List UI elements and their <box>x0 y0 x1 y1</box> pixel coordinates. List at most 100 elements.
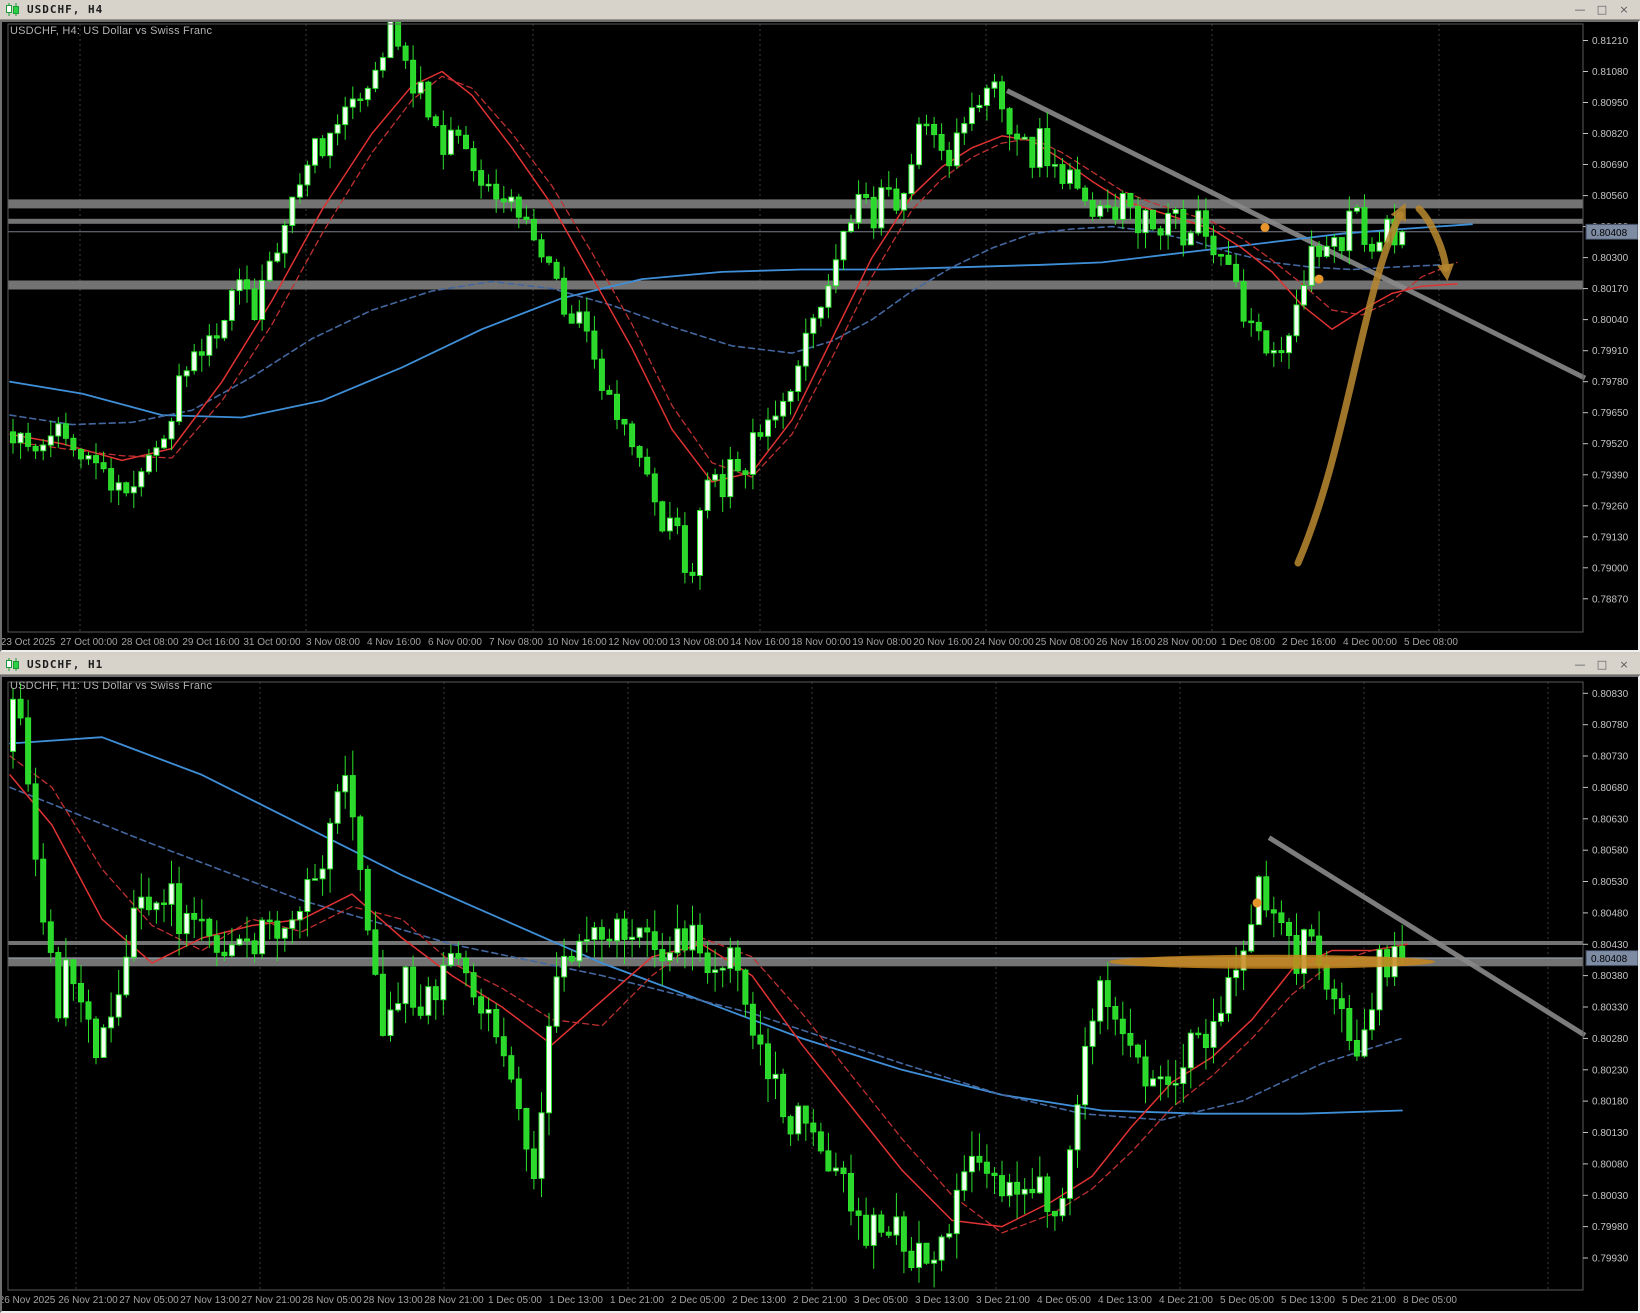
svg-text:1 Dec 13:00: 1 Dec 13:00 <box>549 1295 603 1306</box>
svg-text:0.78870: 0.78870 <box>1592 594 1629 605</box>
svg-text:0.80780: 0.80780 <box>1592 720 1629 731</box>
svg-text:0.80430: 0.80430 <box>1592 940 1629 951</box>
svg-text:3 Dec 05:00: 3 Dec 05:00 <box>854 1295 908 1306</box>
svg-text:0.80030: 0.80030 <box>1592 1191 1629 1202</box>
svg-text:0.80950: 0.80950 <box>1592 98 1629 109</box>
window-title: USDCHF, H1 <box>27 658 104 671</box>
svg-text:0.80820: 0.80820 <box>1592 129 1629 140</box>
svg-text:5 Dec 05:00: 5 Dec 05:00 <box>1220 1295 1274 1306</box>
svg-text:3 Dec 13:00: 3 Dec 13:00 <box>915 1295 969 1306</box>
minimize-button[interactable]: — <box>1570 3 1590 16</box>
svg-text:0.79130: 0.79130 <box>1592 532 1629 543</box>
svg-text:0.80408: 0.80408 <box>1591 228 1628 239</box>
svg-text:26 Nov 2025: 26 Nov 2025 <box>2 1295 56 1306</box>
svg-text:4 Dec 00:00: 4 Dec 00:00 <box>1343 637 1397 648</box>
svg-text:27 Oct 00:00: 27 Oct 00:00 <box>60 637 118 648</box>
svg-text:0.80180: 0.80180 <box>1592 1097 1629 1108</box>
svg-text:6 Nov 00:00: 6 Nov 00:00 <box>428 637 482 648</box>
maximize-button[interactable]: □ <box>1592 658 1612 671</box>
chart-window-h4: USDCHF, H4 — □ × USDCHF, H4: US Dollar v… <box>0 0 1640 655</box>
svg-text:0.80170: 0.80170 <box>1592 284 1629 295</box>
svg-text:13 Nov 08:00: 13 Nov 08:00 <box>669 637 729 648</box>
svg-text:0.79650: 0.79650 <box>1592 408 1629 419</box>
minimize-button[interactable]: — <box>1570 658 1590 671</box>
window-controls: — □ × <box>1570 3 1640 16</box>
price-chart-h4[interactable]: 0.81210 0.81080 0.80950 0.80820 0.80690 0.805… <box>2 22 1638 650</box>
svg-text:0.81080: 0.81080 <box>1592 67 1629 78</box>
svg-text:18 Nov 00:00: 18 Nov 00:00 <box>791 637 851 648</box>
svg-text:5 Dec 13:00: 5 Dec 13:00 <box>1281 1295 1335 1306</box>
svg-text:28 Nov 21:00: 28 Nov 21:00 <box>424 1295 484 1306</box>
svg-text:8 Dec 05:00: 8 Dec 05:00 <box>1403 1295 1457 1306</box>
svg-text:27 Nov 21:00: 27 Nov 21:00 <box>241 1295 301 1306</box>
maximize-button[interactable]: □ <box>1592 3 1612 16</box>
svg-text:0.80830: 0.80830 <box>1592 689 1629 700</box>
svg-text:12 Nov 00:00: 12 Nov 00:00 <box>608 637 668 648</box>
close-button[interactable]: × <box>1614 658 1634 671</box>
window-titlebar-h4[interactable]: USDCHF, H4 — □ × <box>0 0 1640 20</box>
svg-text:4 Dec 13:00: 4 Dec 13:00 <box>1098 1295 1152 1306</box>
svg-text:0.80690: 0.80690 <box>1592 160 1629 171</box>
svg-text:4 Dec 21:00: 4 Dec 21:00 <box>1159 1295 1213 1306</box>
svg-text:28 Nov 05:00: 28 Nov 05:00 <box>302 1295 362 1306</box>
svg-text:27 Nov 13:00: 27 Nov 13:00 <box>180 1295 240 1306</box>
chart-symbol-label: USDCHF, H4: US Dollar vs Swiss Franc <box>10 25 213 37</box>
svg-text:3 Dec 21:00: 3 Dec 21:00 <box>976 1295 1030 1306</box>
svg-text:0.80330: 0.80330 <box>1592 1003 1629 1014</box>
svg-text:0.80230: 0.80230 <box>1592 1065 1629 1076</box>
svg-text:25 Nov 08:00: 25 Nov 08:00 <box>1035 637 1095 648</box>
window-controls: — □ × <box>1570 658 1640 671</box>
svg-text:0.81210: 0.81210 <box>1592 36 1629 47</box>
svg-text:0.80530: 0.80530 <box>1592 877 1629 888</box>
svg-text:1 Dec 21:00: 1 Dec 21:00 <box>610 1295 664 1306</box>
chart-window-h1: USDCHF, H1 — □ × USDCHF, H1: US Dollar v… <box>0 655 1640 1313</box>
svg-text:0.80080: 0.80080 <box>1592 1159 1629 1170</box>
svg-text:5 Dec 08:00: 5 Dec 08:00 <box>1404 637 1458 648</box>
svg-text:24 Nov 00:00: 24 Nov 00:00 <box>974 637 1034 648</box>
svg-text:2 Dec 16:00: 2 Dec 16:00 <box>1282 637 1336 648</box>
chart-area-h4[interactable]: USDCHF, H4: US Dollar vs Swiss Franc 0.8… <box>0 20 1640 652</box>
svg-text:0.80560: 0.80560 <box>1592 191 1629 202</box>
svg-text:0.80130: 0.80130 <box>1592 1128 1629 1139</box>
svg-text:28 Nov 00:00: 28 Nov 00:00 <box>1157 637 1217 648</box>
svg-text:0.80680: 0.80680 <box>1592 783 1629 794</box>
chart-symbol-label: USDCHF, H1: US Dollar vs Swiss Franc <box>10 680 213 692</box>
svg-text:0.79780: 0.79780 <box>1592 377 1629 388</box>
svg-text:0.79390: 0.79390 <box>1592 470 1629 481</box>
svg-text:4 Dec 05:00: 4 Dec 05:00 <box>1037 1295 1091 1306</box>
svg-text:28 Oct 08:00: 28 Oct 08:00 <box>121 637 179 648</box>
svg-text:0.79260: 0.79260 <box>1592 501 1629 512</box>
svg-text:0.79930: 0.79930 <box>1592 1254 1629 1265</box>
svg-text:2 Dec 21:00: 2 Dec 21:00 <box>793 1295 847 1306</box>
chart-area-h1[interactable]: USDCHF, H1: US Dollar vs Swiss Franc 0.8… <box>0 675 1640 1313</box>
svg-text:23 Oct 2025: 23 Oct 2025 <box>2 637 56 648</box>
svg-text:31 Oct 00:00: 31 Oct 00:00 <box>243 637 301 648</box>
svg-text:7 Nov 08:00: 7 Nov 08:00 <box>489 637 543 648</box>
svg-text:0.79000: 0.79000 <box>1592 563 1629 574</box>
svg-text:0.79980: 0.79980 <box>1592 1222 1629 1233</box>
svg-text:4 Nov 16:00: 4 Nov 16:00 <box>367 637 421 648</box>
svg-text:26 Nov 16:00: 26 Nov 16:00 <box>1096 637 1156 648</box>
close-button[interactable]: × <box>1614 3 1634 16</box>
svg-text:19 Nov 08:00: 19 Nov 08:00 <box>852 637 912 648</box>
svg-text:0.80380: 0.80380 <box>1592 971 1629 982</box>
candlestick-chart-icon <box>5 658 21 671</box>
svg-text:10 Nov 16:00: 10 Nov 16:00 <box>547 637 607 648</box>
svg-text:0.80480: 0.80480 <box>1592 908 1629 919</box>
svg-text:2 Dec 05:00: 2 Dec 05:00 <box>671 1295 725 1306</box>
window-title: USDCHF, H4 <box>27 3 104 16</box>
svg-text:5 Dec 21:00: 5 Dec 21:00 <box>1342 1295 1396 1306</box>
svg-text:29 Oct 16:00: 29 Oct 16:00 <box>182 637 240 648</box>
svg-text:0.80730: 0.80730 <box>1592 752 1629 763</box>
svg-text:14 Nov 16:00: 14 Nov 16:00 <box>730 637 790 648</box>
svg-text:0.79910: 0.79910 <box>1592 346 1629 357</box>
svg-text:20 Nov 16:00: 20 Nov 16:00 <box>913 637 973 648</box>
svg-text:0.79520: 0.79520 <box>1592 439 1629 450</box>
svg-text:0.80580: 0.80580 <box>1592 846 1629 857</box>
svg-text:28 Nov 13:00: 28 Nov 13:00 <box>363 1295 423 1306</box>
svg-text:0.80630: 0.80630 <box>1592 814 1629 825</box>
svg-text:1 Dec 08:00: 1 Dec 08:00 <box>1221 637 1275 648</box>
window-titlebar-h1[interactable]: USDCHF, H1 — □ × <box>0 655 1640 675</box>
svg-text:0.80408: 0.80408 <box>1591 954 1628 965</box>
price-chart-h1[interactable]: 0.80830 0.80780 0.80730 0.80680 0.80630 0.805… <box>2 677 1638 1311</box>
